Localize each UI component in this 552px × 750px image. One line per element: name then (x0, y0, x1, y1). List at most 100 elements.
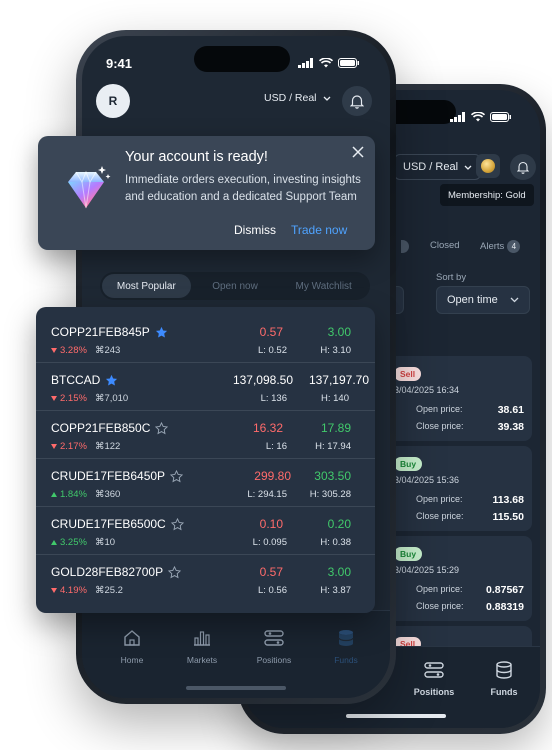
status-time: 9:41 (106, 56, 133, 71)
low-price: L: 294.15 (247, 489, 287, 500)
tab-my-watchlist[interactable]: My Watchlist (279, 274, 368, 298)
high-price: H: 140 (321, 393, 349, 404)
volume-value: 7,010 (104, 393, 129, 404)
market-row[interactable]: CRUDE17FEB6500C 3.25% ⌘10 0.10 0.20 L: 0… (36, 507, 375, 555)
position-card[interactable]: Sell 3/04/2025 16:34 Open price: 38.61 Cl… (388, 356, 532, 441)
volume-icon: ⌘ (94, 345, 105, 356)
ask-price: 137,197.70 (308, 373, 369, 387)
market-symbol: BTCCAD (51, 373, 101, 387)
volume: ⌘360 (95, 489, 120, 500)
side-badge: Buy (394, 547, 423, 561)
chevron-down-icon (510, 297, 519, 303)
volume-value: 10 (104, 537, 116, 548)
position-card[interactable]: Buy 3/04/2025 15:29 Open price: 0.87567 C… (388, 536, 532, 621)
change-indicator: 3.25% (51, 537, 87, 548)
home-indicator (346, 714, 446, 718)
low-price: L: 136 (260, 393, 287, 404)
position-date: 3/04/2025 16:34 (394, 385, 460, 395)
position-date: 3/04/2025 15:29 (394, 565, 460, 575)
medal-icon (481, 159, 495, 173)
nav-markets-label: Markets (186, 655, 218, 665)
volume-value: 122 (104, 441, 121, 452)
bell-icon (517, 161, 529, 174)
nav-home[interactable]: Home (100, 629, 164, 665)
star-outline-icon[interactable] (170, 517, 184, 531)
tab-open-now[interactable]: Open now (191, 274, 280, 298)
account-selector[interactable]: USD / Real (264, 92, 331, 104)
bid-price: 137,098.50 (232, 373, 293, 387)
star-outline-icon[interactable] (155, 421, 169, 435)
close-price-label: Close price: (416, 421, 464, 431)
positions-icon (424, 662, 444, 678)
nav-positions[interactable]: Positions (404, 661, 464, 697)
signal-icon (298, 58, 313, 68)
nav-positions[interactable]: Positions (242, 629, 306, 665)
status-icons (298, 58, 360, 68)
change-percent: 3.28% (60, 345, 87, 356)
volume: ⌘243 (95, 345, 120, 356)
wifi-icon (471, 112, 485, 122)
tab-closed-label: Closed (430, 240, 460, 251)
open-price-value: 38.61 (497, 404, 524, 416)
low-price: L: 16 (265, 441, 287, 452)
trade-now-button[interactable]: Trade now (291, 223, 347, 237)
position-card[interactable]: Buy 3/04/2025 15:36 Open price: 113.68 Cl… (388, 446, 532, 531)
star-filled-icon[interactable] (155, 326, 168, 339)
position-date: 3/04/2025 15:36 (394, 475, 460, 485)
membership-medal-button[interactable] (476, 154, 500, 178)
ask-price: 303.50 (314, 469, 351, 483)
high-price: H: 17.94 (315, 441, 351, 452)
account-selector-label: USD / Real (403, 161, 459, 173)
low-price: L: 0.095 (252, 537, 287, 548)
star-outline-icon[interactable] (170, 469, 184, 483)
market-row[interactable]: GOLD28FEB82700P 4.19% ⌘25.2 0.57 3.00 L:… (36, 555, 375, 603)
down-arrow-icon (51, 347, 57, 353)
tab-most-popular[interactable]: Most Popular (102, 274, 191, 298)
market-row[interactable]: COPP21FEB850C 2.17% ⌘122 16.32 17.89 L: … (36, 411, 375, 459)
volume-value: 25.2 (104, 585, 123, 596)
tab-closed[interactable]: Closed (430, 240, 460, 251)
nav-markets[interactable]: Markets (170, 629, 234, 665)
sort-by-select[interactable]: Open time (436, 286, 530, 314)
close-icon[interactable] (351, 145, 365, 159)
volume-value: 243 (104, 345, 121, 356)
side-badge: Buy (394, 457, 423, 471)
notification-title: Your account is ready! (125, 149, 268, 165)
wifi-icon (319, 58, 333, 68)
low-price: L: 0.52 (257, 345, 287, 356)
tab-alerts[interactable]: Alerts 4 (480, 240, 521, 253)
home-icon (124, 630, 140, 646)
star-filled-icon[interactable] (105, 374, 118, 387)
market-row[interactable]: COPP21FEB845P 3.28% ⌘243 0.57 3.00 L: 0.… (36, 315, 375, 363)
side-badge: Sell (394, 367, 422, 381)
nav-positions-label: Positions (413, 687, 455, 697)
high-price: H: 3.87 (320, 585, 351, 596)
tab-placeholder-dot (398, 240, 409, 256)
status-icons (450, 112, 512, 122)
funds-icon (496, 661, 512, 679)
nav-funds-label: Funds (334, 655, 358, 665)
down-arrow-icon (51, 443, 57, 449)
nav-funds[interactable]: Funds (314, 629, 378, 665)
star-outline-icon[interactable] (168, 565, 182, 579)
market-row[interactable]: CRUDE17FEB6450P 1.84% ⌘360 299.80 303.50… (36, 459, 375, 507)
up-arrow-icon (51, 491, 57, 497)
bell-icon (350, 94, 364, 109)
high-price: H: 3.10 (320, 345, 351, 356)
ask-price: 0.20 (327, 517, 351, 531)
bid-price: 0.57 (259, 325, 283, 339)
nav-funds[interactable]: Funds (474, 661, 534, 697)
change-percent: 4.19% (60, 585, 87, 596)
change-indicator: 2.17% (51, 441, 87, 452)
change-percent: 1.84% (60, 489, 87, 500)
tab-alerts-label: Alerts (480, 241, 505, 252)
avatar[interactable]: R (96, 84, 130, 118)
notifications-button[interactable] (342, 86, 372, 116)
up-arrow-icon (51, 539, 57, 545)
notifications-button[interactable] (510, 154, 536, 180)
volume-icon: ⌘ (94, 537, 105, 548)
account-selector[interactable]: USD / Real (394, 154, 482, 180)
volume-value: 360 (104, 489, 121, 500)
dismiss-button[interactable]: Dismiss (234, 223, 276, 237)
market-row[interactable]: BTCCAD 2.15% ⌘7,010 137,098.50 137,197.7… (36, 363, 375, 411)
